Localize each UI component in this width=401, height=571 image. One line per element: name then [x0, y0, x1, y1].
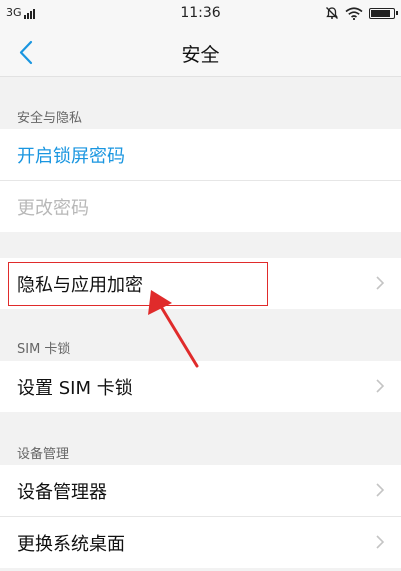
chevron-right-icon	[376, 483, 385, 497]
row-label: 更换系统桌面	[17, 534, 125, 555]
section-header-device: 设备管理	[0, 412, 401, 465]
privacy-app-encryption-row[interactable]: 隐私与应用加密	[0, 258, 401, 309]
page-title: 安全	[181, 44, 220, 66]
chevron-right-icon	[376, 379, 385, 393]
device-manager-row[interactable]: 设备管理器	[0, 465, 401, 516]
row-label: 开启锁屏密码	[17, 146, 125, 167]
change-launcher-row[interactable]: 更换系统桌面	[0, 517, 401, 568]
row-label: 隐私与应用加密	[17, 275, 143, 296]
section-title: 安全与隐私	[17, 111, 83, 126]
wifi-icon	[345, 6, 363, 20]
chevron-right-icon	[376, 276, 385, 290]
change-password-row[interactable]: 更改密码	[0, 181, 401, 232]
row-label: 更改密码	[17, 198, 89, 219]
status-icons	[325, 6, 398, 20]
section-title: SIM 卡锁	[17, 342, 71, 357]
chevron-right-icon	[376, 535, 385, 549]
row-label: 设置 SIM 卡锁	[17, 378, 133, 399]
row-label: 设备管理器	[17, 482, 107, 503]
section-title: 设备管理	[17, 447, 70, 462]
lock-screen-password-row[interactable]: 开启锁屏密码	[0, 129, 401, 180]
status-bar: 3G 11:36	[0, 0, 401, 28]
battery-level	[371, 9, 390, 17]
section-header-sim: SIM 卡锁	[0, 309, 401, 361]
alarm-off-icon	[326, 7, 338, 19]
section-header-privacy: 安全与隐私	[0, 77, 401, 129]
nav-bar: 安全	[0, 28, 401, 77]
set-sim-lock-row[interactable]: 设置 SIM 卡锁	[0, 361, 401, 412]
battery-icon	[369, 7, 398, 19]
